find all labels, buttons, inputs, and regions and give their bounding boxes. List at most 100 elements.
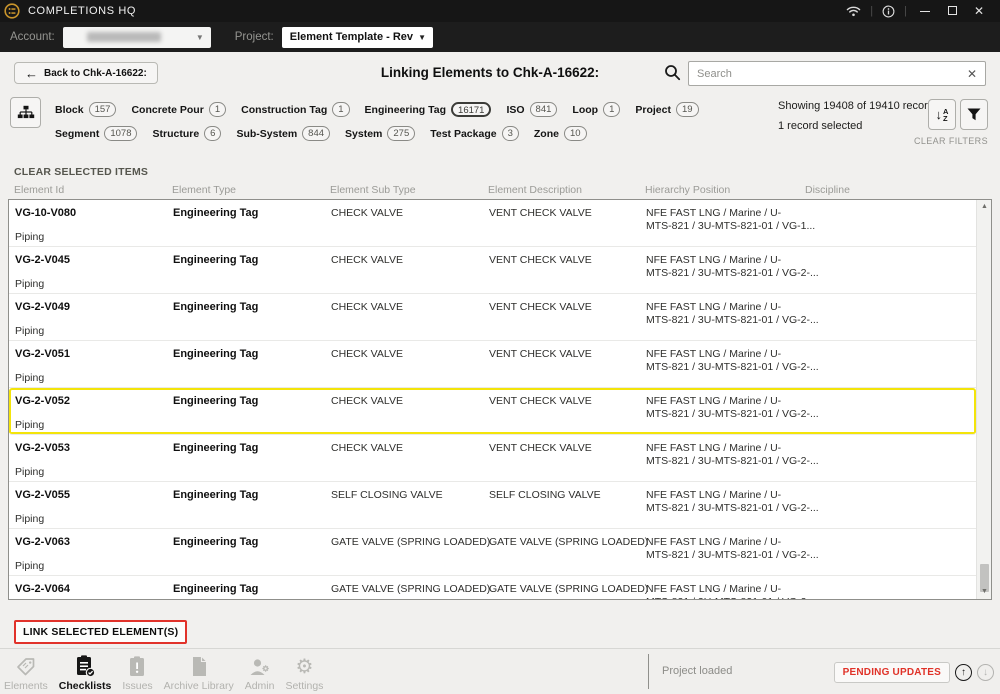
filter-chip[interactable]: Engineering Tag 16171: [365, 102, 492, 117]
chip-count-badge: 1: [603, 102, 620, 117]
nav-item-admin[interactable]: Admin: [245, 652, 275, 692]
filter-chip[interactable]: System 275: [345, 126, 415, 141]
chip-label: Construction Tag: [241, 104, 327, 116]
info-icon[interactable]: [882, 5, 895, 18]
column-header-element-description[interactable]: Element Description: [488, 184, 582, 196]
cell-element-type: Engineering Tag: [173, 583, 258, 595]
app-window: COMPLETIONS HQ | | ✕ Account: ▼ Pro: [0, 0, 1000, 694]
back-button[interactable]: ← Back to Chk-A-16622:: [14, 62, 158, 84]
filter-chip[interactable]: Structure 6: [152, 126, 221, 141]
account-dropdown[interactable]: ▼: [63, 27, 211, 48]
close-button[interactable]: ✕: [970, 4, 988, 18]
hierarchy-line: NFE FAST LNG / Marine / U-: [646, 536, 896, 549]
chip-count-badge: 841: [530, 102, 558, 117]
clear-selected-items-button[interactable]: CLEAR SELECTED ITEMS: [14, 166, 148, 178]
scroll-up-arrow[interactable]: ▲: [977, 200, 992, 214]
cell-discipline: Piping: [15, 372, 44, 384]
project-dropdown[interactable]: Element Template - Rev ▼: [282, 27, 433, 48]
table-row[interactable]: VG-2-V053 Engineering Tag CHECK VALVE VE…: [9, 435, 976, 482]
hierarchy-view-button[interactable]: [10, 97, 41, 128]
cell-element-id: VG-2-V049: [15, 301, 70, 313]
hierarchy-line: NFE FAST LNG / Marine / U-: [646, 254, 896, 267]
chip-label: System: [345, 128, 382, 140]
project-label: Project:: [235, 31, 274, 43]
nav-item-archive-library[interactable]: Archive Library: [164, 652, 234, 692]
cell-element-description: VENT CHECK VALVE: [489, 301, 592, 313]
table-row[interactable]: VG-10-V080 Engineering Tag CHECK VALVE V…: [9, 200, 976, 247]
column-header-hierarchy-position[interactable]: Hierarchy Position: [645, 184, 730, 196]
maximize-button[interactable]: [943, 4, 961, 18]
cell-element-id: VG-10-V080: [15, 207, 76, 219]
search-clear-icon[interactable]: ✕: [959, 67, 985, 81]
cell-element-description: VENT CHECK VALVE: [489, 348, 592, 360]
sort-button[interactable]: ↓AZ: [928, 99, 956, 130]
cell-element-description: VENT CHECK VALVE: [489, 254, 592, 266]
hierarchy-line: NFE FAST LNG / Marine / U-: [646, 442, 896, 455]
column-header-element-sub-type[interactable]: Element Sub Type: [330, 184, 416, 196]
filter-chip[interactable]: Project 19: [635, 102, 698, 117]
filter-chip[interactable]: ISO 841: [506, 102, 557, 117]
search-input[interactable]: [689, 68, 959, 80]
link-selected-elements-button[interactable]: LINK SELECTED ELEMENT(S): [14, 620, 187, 644]
cell-element-sub-type: CHECK VALVE: [331, 207, 403, 219]
cell-element-id: VG-2-V053: [15, 442, 70, 454]
table-row[interactable]: VG-2-V051 Engineering Tag CHECK VALVE VE…: [9, 341, 976, 388]
cell-element-id: VG-2-V064: [15, 583, 70, 595]
filter-chip[interactable]: Block 157: [55, 102, 116, 117]
download-updates-button[interactable]: ↓: [977, 664, 994, 681]
chip-count-badge: 157: [89, 102, 117, 117]
filter-chip[interactable]: Construction Tag 1: [241, 102, 349, 117]
table-row[interactable]: VG-2-V064 Engineering Tag GATE VALVE (SP…: [9, 576, 976, 599]
status-message: Project loaded: [662, 665, 732, 677]
nav-item-elements[interactable]: Elements: [4, 652, 48, 692]
cell-discipline: Piping: [15, 419, 44, 431]
upload-updates-button[interactable]: ↑: [955, 664, 972, 681]
table-row[interactable]: VG-2-V063 Engineering Tag GATE VALVE (SP…: [9, 529, 976, 576]
table-body: VG-10-V080 Engineering Tag CHECK VALVE V…: [9, 200, 976, 599]
hierarchy-line: NFE FAST LNG / Marine / U-: [646, 395, 896, 408]
app-logo-icon: [4, 3, 20, 19]
admin-user-icon: [248, 656, 271, 678]
record-stats: Showing 19408 of 19410 records 1 record …: [778, 96, 939, 136]
minimize-button[interactable]: [916, 4, 934, 18]
filter-chip[interactable]: Concrete Pour 1: [131, 102, 226, 117]
hierarchy-line: MTS-821 / 3U-MTS-821-01 / VG-2-...: [646, 549, 896, 562]
cell-element-sub-type: GATE VALVE (SPRING LOADED): [331, 583, 490, 595]
filter-chip[interactable]: Zone 10: [534, 126, 587, 141]
clear-filters-button[interactable]: CLEAR FILTERS: [914, 136, 988, 146]
nav-item-settings[interactable]: ⚙ Settings: [285, 652, 323, 692]
hierarchy-line: MTS-821 / 3U-MTS-821-01 / VG-2-...: [646, 502, 896, 515]
cell-element-description: VENT CHECK VALVE: [489, 395, 592, 407]
chip-count-badge: 275: [387, 126, 415, 141]
table-row[interactable]: VG-2-V052 Engineering Tag CHECK VALVE VE…: [9, 388, 976, 435]
filter-chip[interactable]: Loop 1: [572, 102, 620, 117]
filter-button[interactable]: [960, 99, 988, 130]
hierarchy-line: NFE FAST LNG / Marine / U-: [646, 348, 896, 361]
back-arrow-icon: ←: [25, 66, 38, 81]
pending-updates-badge[interactable]: PENDING UPDATES: [834, 662, 950, 683]
cell-hierarchy-position: NFE FAST LNG / Marine / U- MTS-821 / 3U-…: [646, 301, 896, 327]
chip-count-badge: 1078: [104, 126, 137, 141]
cell-element-type: Engineering Tag: [173, 254, 258, 266]
funnel-icon: [967, 108, 981, 121]
vertical-scrollbar[interactable]: ▲ ▼: [976, 200, 991, 599]
hierarchy-line: MTS-821 / 3U-MTS-821-01 / VG-2-...: [646, 267, 896, 280]
filter-chip[interactable]: Test Package 3: [430, 126, 519, 141]
filter-chip[interactable]: Segment 1078: [55, 126, 137, 141]
nav-item-issues[interactable]: Issues: [122, 652, 152, 692]
cell-element-id: VG-2-V045: [15, 254, 70, 266]
chip-label: Engineering Tag: [365, 104, 446, 116]
status-bar: Elements Checklists: [0, 648, 1000, 694]
table-row[interactable]: VG-2-V055 Engineering Tag SELF CLOSING V…: [9, 482, 976, 529]
sort-az-icon: ↓AZ: [936, 107, 949, 122]
cell-discipline: Piping: [15, 513, 44, 525]
table-row[interactable]: VG-2-V045 Engineering Tag CHECK VALVE VE…: [9, 247, 976, 294]
cell-element-type: Engineering Tag: [173, 442, 258, 454]
column-header-element-type[interactable]: Element Type: [172, 184, 236, 196]
filter-chip[interactable]: Sub-System 844: [236, 126, 330, 141]
scroll-down-arrow[interactable]: ▼: [977, 585, 992, 599]
nav-item-checklists[interactable]: Checklists: [59, 652, 112, 692]
column-header-element-id[interactable]: Element Id: [14, 184, 64, 196]
column-header-discipline[interactable]: Discipline: [805, 184, 850, 196]
table-row[interactable]: VG-2-V049 Engineering Tag CHECK VALVE VE…: [9, 294, 976, 341]
